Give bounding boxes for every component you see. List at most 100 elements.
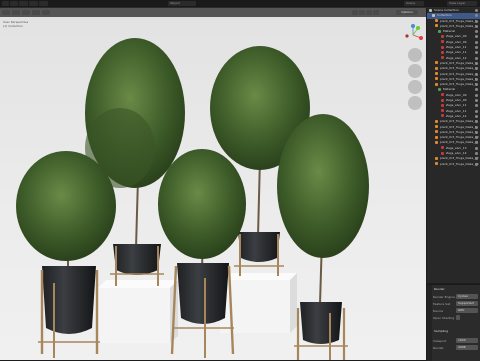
object-type-icon — [435, 140, 438, 144]
render-engine-field[interactable]: Cycles — [456, 294, 478, 299]
object-type-icon — [432, 13, 435, 17]
object-type-icon — [435, 119, 438, 123]
visibility-eye-icon[interactable] — [475, 61, 478, 65]
object-type-icon — [429, 8, 432, 12]
render-samples-field[interactable]: 4096 — [456, 345, 478, 350]
properties-panel[interactable]: Render Render Engine Cycles Feature Set … — [427, 284, 480, 361]
open-shading-checkbox[interactable] — [456, 315, 460, 320]
outliner-row-label: Zags_alvn_11 — [446, 50, 467, 55]
object-type-icon — [441, 45, 444, 49]
outliner-row-label: Collection — [437, 13, 452, 18]
object-type-icon — [435, 156, 438, 160]
outliner-row[interactable]: plant_0r3_Tluga_Deka_13 — [427, 162, 480, 167]
open-shading-label: Open Shading — [433, 316, 455, 320]
outliner-row-label: Zags_alvn_12 — [446, 55, 467, 60]
visibility-eye-icon[interactable] — [475, 114, 478, 118]
view-layer-selector[interactable]: View Layer — [447, 1, 477, 6]
visibility-eye-icon[interactable] — [475, 19, 478, 23]
visibility-eye-icon[interactable] — [475, 67, 478, 71]
visibility-eye-icon[interactable] — [475, 72, 478, 76]
object-type-icon — [441, 50, 444, 54]
object-type-icon — [438, 87, 441, 91]
viewport-samples-label: Viewport — [433, 339, 447, 343]
visibility-eye-icon[interactable] — [475, 83, 478, 87]
visibility-eye-icon[interactable] — [475, 24, 478, 28]
visibility-eye-icon[interactable] — [475, 14, 478, 18]
visibility-eye-icon[interactable] — [475, 109, 478, 113]
visibility-eye-icon[interactable] — [475, 146, 478, 150]
object-type-icon — [435, 135, 438, 139]
object-type-icon — [441, 109, 444, 113]
object-type-icon — [435, 82, 438, 86]
object-type-icon — [435, 19, 438, 23]
outliner-tree: Scene Collection Collection plant_0r3_Tlug… — [427, 8, 480, 167]
device-field[interactable]: GPU — [456, 308, 478, 313]
object-type-icon — [441, 146, 444, 150]
scene-selector[interactable]: Scene — [404, 1, 424, 6]
visibility-eye-icon[interactable] — [475, 93, 478, 97]
outliner-row-label: plant_0r3_Tluga_Deka_12 — [440, 156, 479, 161]
outliner-row-label: plant_0r3_Tluga_Deka_5 — [440, 76, 477, 81]
visibility-eye-icon[interactable] — [475, 9, 478, 12]
outliner-row-label: Zags_alvn_11 — [446, 103, 467, 108]
visibility-eye-icon[interactable] — [475, 130, 478, 134]
visibility-eye-icon[interactable] — [475, 40, 478, 44]
object-type-icon — [435, 130, 438, 134]
outliner-row-label: Material — [443, 87, 456, 92]
3d-viewport[interactable]: Options User Perspective (1) Collection — [0, 8, 426, 360]
viewport-samples-field[interactable]: 1024 — [456, 338, 478, 343]
visibility-eye-icon[interactable] — [475, 51, 478, 55]
outliner-row-label: Zags_alvn_14 — [446, 151, 467, 156]
outliner-row-label: Zags_alvn_12 — [446, 113, 467, 118]
outliner-panel[interactable]: Scene Collection Collection plant_0r3_Tlug… — [427, 8, 480, 283]
object-type-icon — [441, 93, 444, 97]
object-type-icon — [441, 34, 444, 38]
visibility-eye-icon[interactable] — [475, 56, 478, 60]
menu-item-1[interactable] — [2, 1, 9, 6]
object-type-icon — [441, 151, 444, 155]
object-type-icon — [441, 56, 444, 60]
object-type-icon — [435, 24, 438, 28]
visibility-eye-icon[interactable] — [475, 162, 478, 166]
outliner-row-label: plant_0r3_Tluga_Deka_8 — [440, 124, 477, 129]
properties-tabs[interactable] — [427, 285, 432, 361]
outliner-row-label: plant_0r3_Tluga_Deka_13 — [440, 161, 479, 166]
visibility-eye-icon[interactable] — [475, 46, 478, 50]
outliner-row-label: plant_0r3_Tluga_Deka_7 — [440, 119, 477, 124]
menu-item-2[interactable] — [10, 1, 18, 6]
outliner-row-label: plant_0r3_Tluga_Deka_0 — [440, 18, 477, 23]
top-menu-bar: Object Scene View Layer — [0, 0, 480, 8]
object-type-icon — [438, 29, 441, 33]
visibility-eye-icon[interactable] — [475, 125, 478, 129]
outliner-row-label: plant_0r3_Tluga_Deka_1 — [440, 23, 477, 28]
object-type-icon — [435, 162, 438, 166]
object-type-icon — [435, 125, 438, 129]
visibility-eye-icon[interactable] — [475, 77, 478, 81]
sampling-section-title[interactable]: Sampling — [434, 329, 448, 333]
menu-item-5[interactable] — [39, 1, 48, 6]
visibility-eye-icon[interactable] — [475, 35, 478, 39]
outliner-row-label: Zags_alvn_09 — [446, 98, 467, 103]
visibility-eye-icon[interactable] — [475, 104, 478, 108]
menu-item-4[interactable] — [29, 1, 38, 6]
outliner-row-label: Scene Collection — [434, 8, 459, 12]
visibility-eye-icon[interactable] — [475, 152, 478, 156]
mode-selector[interactable]: Object — [168, 1, 196, 6]
menu-item-3[interactable] — [19, 1, 28, 6]
object-type-icon — [435, 66, 438, 70]
render-samples-label: Render — [433, 346, 444, 350]
feature-set-label: Feature Set — [433, 302, 451, 306]
object-type-icon — [441, 114, 444, 118]
plant-tall-left — [85, 38, 185, 286]
visibility-eye-icon[interactable] — [475, 30, 478, 34]
outliner-row-label: Zags_alvn_09 — [446, 92, 467, 97]
outliner-row-label: Zags_alvn_13 — [446, 145, 467, 150]
device-label: Device — [433, 309, 444, 313]
visibility-eye-icon[interactable] — [475, 120, 478, 124]
render-engine-label: Render Engine — [433, 295, 455, 299]
visibility-eye-icon[interactable] — [475, 88, 478, 92]
visibility-eye-icon[interactable] — [475, 99, 478, 103]
feature-set-field[interactable]: Supported — [456, 301, 478, 306]
render-section-title[interactable]: Render — [434, 287, 445, 291]
outliner-row-label: plant_0r3_Tluga_Deka_10 — [440, 135, 479, 140]
